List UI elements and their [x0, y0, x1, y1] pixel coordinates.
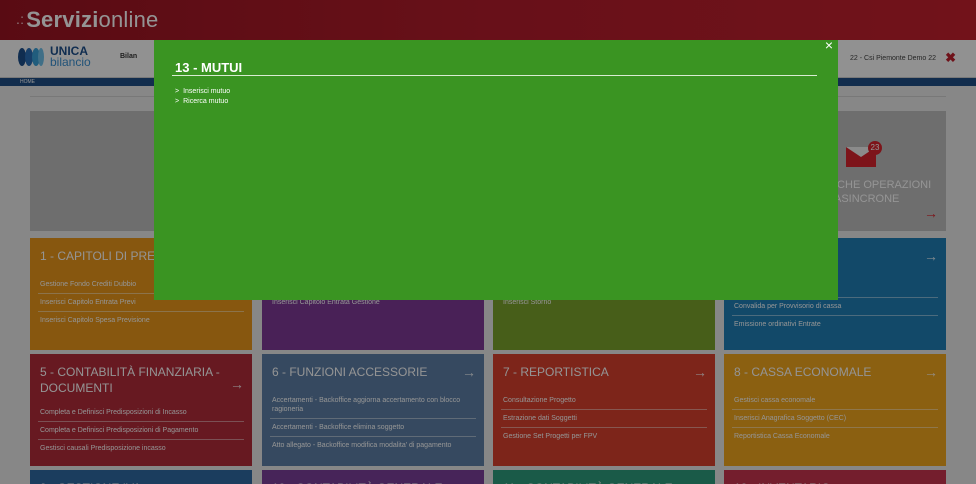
chevron-right-icon: > [175, 98, 180, 105]
chevron-right-icon: > [175, 88, 180, 95]
modal-link-list: > Inserisci mutuo > Ricerca mutuo [175, 87, 230, 107]
modal-title: 13 - MUTUI [175, 60, 243, 75]
modal-divider [172, 75, 817, 76]
link-ricerca-mutuo[interactable]: > Ricerca mutuo [175, 97, 230, 107]
mutui-modal: 13 - MUTUI > Inserisci mutuo > Ricerca mut… [154, 37, 838, 300]
link-inserisci-mutuo[interactable]: > Inserisci mutuo [175, 87, 230, 97]
close-icon[interactable]: × [818, 34, 840, 56]
